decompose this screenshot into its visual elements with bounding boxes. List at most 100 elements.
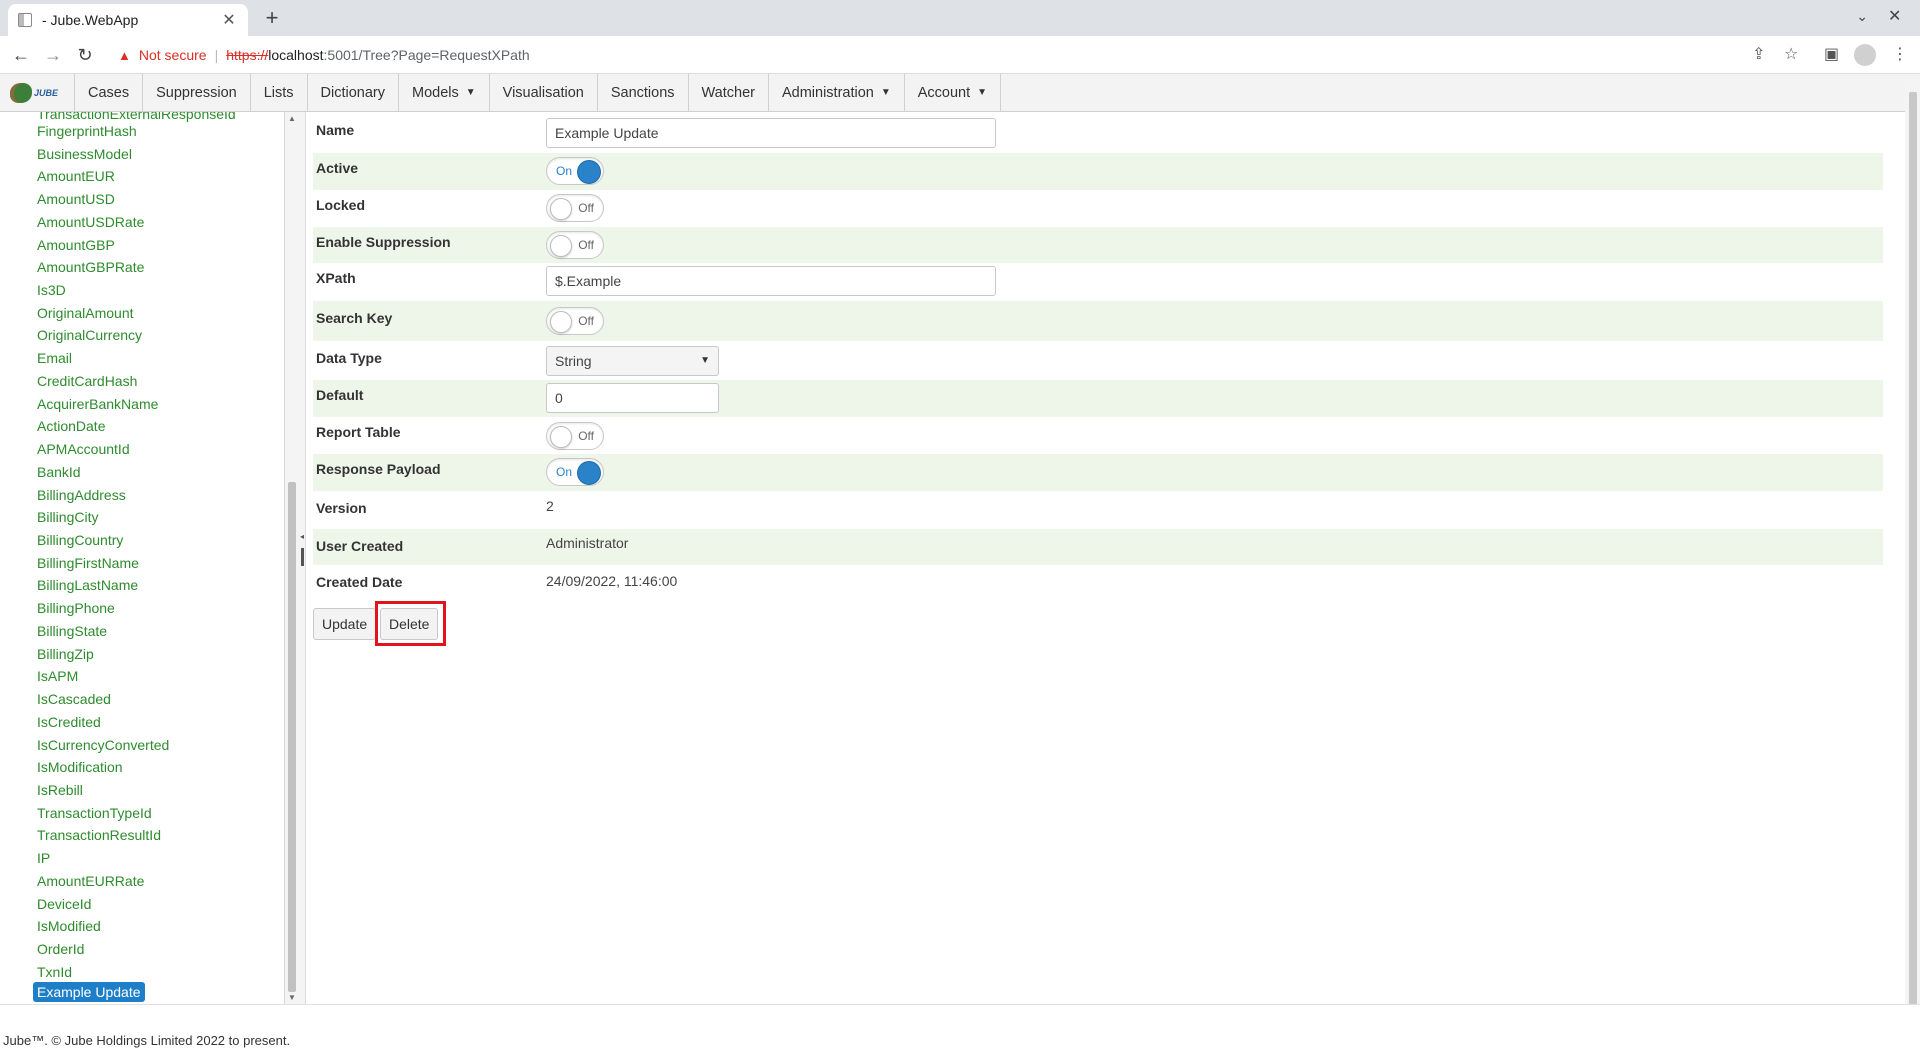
reload-icon[interactable]: ↻ (72, 42, 98, 68)
tree-item[interactable]: TransactionExternalResponseId (37, 112, 236, 122)
response-toggle[interactable]: On (546, 458, 604, 486)
back-arrow-icon[interactable]: ← (8, 42, 34, 68)
tree-item[interactable]: BillingPhone (37, 600, 115, 616)
usercreated-value: Administrator (546, 535, 629, 551)
tree-item[interactable]: IsAPM (37, 668, 78, 684)
forward-arrow-icon[interactable]: → (40, 42, 66, 68)
panel-splitter[interactable]: ◂ (299, 112, 306, 1004)
tree-item[interactable]: TransactionTypeId (37, 805, 152, 821)
locked-toggle[interactable]: Off (546, 194, 604, 222)
menu-account[interactable]: Account ▼ (903, 74, 1002, 111)
toggle-knob (550, 311, 572, 333)
menu-lists[interactable]: Lists (249, 74, 307, 111)
tree-item[interactable]: BillingCountry (37, 532, 123, 548)
tree-item[interactable]: IsRebill (37, 782, 83, 798)
name-input[interactable]: Example Update (546, 118, 996, 148)
warning-icon: ▲ (118, 47, 131, 63)
tree-item[interactable]: IsModified (37, 918, 101, 934)
collapse-arrow-icon[interactable]: ◂ (300, 532, 304, 541)
tree-item[interactable]: BillingAddress (37, 487, 126, 503)
menu-visualisation[interactable]: Visualisation (488, 74, 597, 111)
delete-highlight-box (375, 601, 446, 646)
tree-item[interactable]: DeviceId (37, 896, 91, 912)
url-host: localhost (268, 47, 324, 63)
chevron-down-icon[interactable]: ⌄ (1856, 8, 1868, 25)
new-tab-icon[interactable]: + (258, 4, 286, 32)
searchkey-toggle[interactable]: Off (546, 307, 604, 335)
tree-item[interactable]: IsModification (37, 759, 123, 775)
tree-item[interactable]: TxnId (37, 964, 72, 980)
suppression-toggle[interactable]: Off (546, 231, 604, 259)
tree-item[interactable]: BusinessModel (37, 146, 132, 162)
tree-item[interactable]: BillingFirstName (37, 555, 139, 571)
more-options-icon[interactable]: ⋮ (1892, 44, 1908, 64)
tree-item[interactable]: BillingCity (37, 509, 98, 525)
update-button[interactable]: Update (313, 608, 377, 640)
tree-item[interactable]: BillingState (37, 623, 107, 639)
toggle-state: On (556, 164, 573, 178)
close-window-icon[interactable]: ✕ (1888, 6, 1901, 26)
tree-item[interactable]: AmountGBP (37, 237, 115, 253)
name-label: Name (316, 122, 355, 138)
toggle-state: Off (578, 314, 594, 328)
tree-item[interactable]: BankId (37, 464, 81, 480)
tree-item[interactable]: BillingZip (37, 646, 94, 662)
tree-item[interactable]: AmountGBPRate (37, 259, 144, 275)
usercreated-label: User Created (316, 538, 404, 554)
tree-item[interactable]: IsCredited (37, 714, 101, 730)
row-version: Version 2 (313, 491, 1883, 528)
tree-item[interactable]: AmountEURRate (37, 873, 144, 889)
menu-cases[interactable]: Cases (74, 74, 142, 111)
tree-item[interactable]: ActionDate (37, 418, 105, 434)
tree-item[interactable]: FingerprintHash (37, 123, 137, 139)
row-locked: Locked Off (313, 190, 1883, 227)
tree-item[interactable]: IsCurrencyConverted (37, 737, 169, 753)
scroll-down-icon[interactable]: ▼ (288, 993, 296, 1002)
default-input[interactable]: 0 (546, 383, 719, 413)
tree-item[interactable]: Is3D (37, 282, 66, 298)
tree-scrollbar[interactable]: ▲ ▼ (285, 112, 299, 1004)
tree-item[interactable]: OriginalCurrency (37, 327, 142, 343)
tree-item-selected[interactable]: Example Update (33, 982, 145, 1002)
menu-watcher[interactable]: Watcher (687, 74, 768, 111)
share-icon[interactable]: ⇪ (1752, 44, 1765, 64)
xpath-input[interactable]: $.Example (546, 266, 996, 296)
side-panel-icon[interactable]: ▣ (1824, 44, 1839, 64)
toggle-state: On (556, 465, 573, 479)
scrollbar-thumb[interactable] (1909, 92, 1917, 1037)
splitter-grip[interactable] (301, 548, 304, 566)
page-scrollbar[interactable] (1905, 80, 1920, 1049)
menu-suppression[interactable]: Suppression (142, 74, 250, 111)
scroll-up-icon[interactable]: ▲ (288, 114, 296, 123)
bookmark-star-icon[interactable]: ☆ (1784, 44, 1798, 64)
datatype-select[interactable]: String ▼ (546, 346, 719, 376)
profile-avatar-icon[interactable] (1854, 44, 1876, 66)
toggle-state: Off (578, 201, 594, 215)
tree-item[interactable]: OriginalAmount (37, 305, 134, 321)
tree-item[interactable]: OrderId (37, 941, 84, 957)
browser-toolbar: ← → ↻ ▲ Not secure | https:// localhost … (0, 36, 1920, 74)
tree-item[interactable]: AcquirerBankName (37, 396, 158, 412)
tree-item[interactable]: BillingLastName (37, 577, 138, 593)
browser-tab[interactable]: - Jube.WebApp ✕ (8, 4, 248, 36)
tree-item[interactable]: TransactionResultId (37, 827, 161, 843)
scrollbar-thumb[interactable] (288, 482, 296, 992)
address-bar[interactable]: ▲ Not secure | https:// localhost :5001/… (106, 41, 1786, 69)
tree-item[interactable]: AmountUSD (37, 191, 115, 207)
tree-item[interactable]: AmountUSDRate (37, 214, 144, 230)
tree-item[interactable]: CreditCardHash (37, 373, 137, 389)
tree-item[interactable]: Email (37, 350, 72, 366)
menu-administration[interactable]: Administration ▼ (767, 74, 904, 111)
close-tab-icon[interactable]: ✕ (220, 10, 238, 30)
active-toggle[interactable]: On (546, 157, 604, 185)
tree-item[interactable]: AmountEUR (37, 168, 115, 184)
reporttable-toggle[interactable]: Off (546, 422, 604, 450)
menu-sanctions[interactable]: Sanctions (596, 74, 688, 111)
tree-item[interactable]: IP (37, 850, 50, 866)
menu-models[interactable]: Models ▼ (398, 74, 489, 111)
tree-item[interactable]: APMAccountId (37, 441, 130, 457)
tree-item[interactable]: IsCascaded (37, 691, 111, 707)
jube-logo[interactable]: JUBE (10, 82, 66, 104)
menu-dictionary[interactable]: Dictionary (306, 74, 398, 111)
default-label: Default (316, 387, 364, 403)
